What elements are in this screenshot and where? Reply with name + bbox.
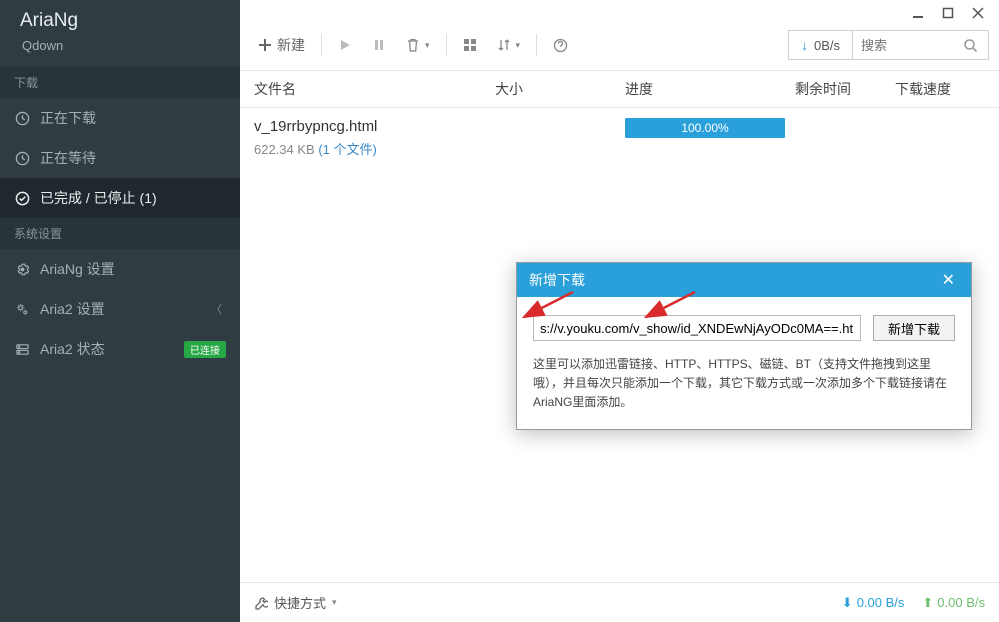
maximize-button[interactable] (941, 6, 955, 20)
col-speed[interactable]: 下载速度 (895, 79, 985, 99)
quick-label: 快捷方式 (274, 593, 326, 612)
sidebar-item-ariang-settings[interactable]: AriaNg 设置 (0, 249, 240, 289)
toolbar: 新建 ▾ ▾ ↓ 0B/s (240, 26, 999, 71)
speed-indicator: ↓ 0B/s (789, 31, 853, 59)
wrench-icon (254, 596, 268, 610)
separator (446, 34, 447, 56)
modal-close-button[interactable]: ✕ (938, 270, 959, 290)
download-rate: ⬇ 0.00 B/s (842, 595, 905, 611)
modal-title-text: 新增下载 (529, 270, 585, 290)
clock-icon (14, 110, 30, 126)
delete-button[interactable]: ▾ (398, 34, 438, 56)
sidebar-item-label: 已完成 / 已停止 (1) (40, 188, 226, 208)
gear-icon (14, 261, 30, 277)
server-icon (14, 341, 30, 357)
search-box: ↓ 0B/s (788, 30, 989, 60)
task-name-block: v_19rrbypncg.html 622.34 KB (1 个文件) (254, 118, 495, 158)
download-arrow-icon: ↓ (801, 37, 808, 53)
search-input[interactable] (853, 31, 953, 59)
task-progress: 100.00% (625, 118, 795, 158)
sidebar-item-finished[interactable]: 已完成 / 已停止 (1) (0, 178, 240, 218)
sidebar-header: AriaNg Qdown (0, 0, 240, 67)
download-icon: ⬇ (842, 595, 853, 611)
view-grid-button[interactable] (455, 34, 485, 56)
minimize-button[interactable] (911, 6, 925, 20)
new-download-modal: 新增下载 ✕ 新增下载 这里可以添加迅雷链接、HTTP、HTTPS、磁链、BT（… (516, 262, 972, 430)
status-badge: 已连接 (184, 341, 226, 358)
add-download-button[interactable]: 新增下载 (873, 315, 955, 341)
table-header: 文件名 大小 进度 剩余时间 下载速度 (240, 71, 999, 108)
chevron-left-icon[interactable]: 〈 (207, 301, 226, 317)
task-filename: v_19rrbypncg.html (254, 118, 495, 135)
col-remaining[interactable]: 剩余时间 (795, 79, 895, 99)
modal-help-text: 这里可以添加迅雷链接、HTTP、HTTPS、磁链、BT（支持文件拖拽到这里哦），… (533, 355, 955, 413)
sidebar-item-aria2-settings[interactable]: Aria2 设置 〈 (0, 289, 240, 329)
task-filesize: 622.34 KB (1 个文件) (254, 139, 495, 158)
sidebar-item-aria2-status[interactable]: Aria2 状态 已连接 (0, 329, 240, 369)
progress-bar: 100.00% (625, 118, 785, 138)
col-size[interactable]: 大小 (495, 79, 625, 99)
play-button[interactable] (330, 34, 360, 56)
statusbar-right: ⬇ 0.00 B/s ⬆ 0.00 B/s (842, 595, 985, 611)
task-row[interactable]: v_19rrbypncg.html 622.34 KB (1 个文件) 100.… (240, 108, 999, 174)
new-label: 新建 (277, 35, 305, 55)
quick-shortcut[interactable]: 快捷方式 ▾ (254, 593, 337, 612)
check-circle-icon (14, 190, 30, 206)
titlebar (240, 0, 999, 26)
url-input[interactable] (533, 315, 861, 341)
col-progress[interactable]: 进度 (625, 79, 795, 99)
search-button[interactable] (953, 31, 988, 59)
separator (536, 34, 537, 56)
help-button[interactable] (545, 34, 576, 57)
sidebar-item-waiting[interactable]: 正在等待 (0, 138, 240, 178)
file-count[interactable]: (1 个文件) (318, 142, 377, 157)
modal-titlebar: 新增下载 ✕ (517, 263, 971, 297)
statusbar: 快捷方式 ▾ ⬇ 0.00 B/s ⬆ 0.00 B/s (240, 582, 999, 622)
plus-icon (258, 38, 272, 52)
clock-icon (14, 150, 30, 166)
app-subtitle: Qdown (20, 38, 220, 53)
sidebar-item-label: 正在下载 (40, 108, 226, 128)
col-name[interactable]: 文件名 (254, 79, 495, 99)
chevron-down-icon: ▾ (332, 597, 337, 608)
pause-button[interactable] (364, 34, 394, 56)
sidebar-item-label: Aria2 状态 (40, 339, 174, 359)
speed-value: 0B/s (814, 38, 840, 53)
sidebar-item-label: Aria2 设置 (40, 299, 197, 319)
gears-icon (14, 301, 30, 317)
sidebar-item-label: AriaNg 设置 (40, 259, 226, 279)
close-button[interactable] (971, 6, 985, 20)
new-button[interactable]: 新建 (250, 31, 313, 59)
modal-body: 新增下载 这里可以添加迅雷链接、HTTP、HTTPS、磁链、BT（支持文件拖拽到… (517, 297, 971, 429)
sort-button[interactable]: ▾ (489, 34, 529, 56)
upload-rate: ⬆ 0.00 B/s (922, 595, 985, 611)
sidebar-section-settings: 系统设置 (0, 218, 240, 249)
sidebar-item-label: 正在等待 (40, 148, 226, 168)
main-area: 新建 ▾ ▾ ↓ 0B/s 文件名 大小 进度 剩余 (240, 0, 999, 622)
sidebar-item-downloading[interactable]: 正在下载 (0, 98, 240, 138)
separator (321, 34, 322, 56)
sidebar-section-download: 下载 (0, 67, 240, 98)
sidebar: AriaNg Qdown 下载 正在下载 正在等待 已完成 / 已停止 (1) … (0, 0, 240, 622)
upload-icon: ⬆ (922, 595, 933, 611)
app-title: AriaNg (20, 10, 220, 32)
modal-input-row: 新增下载 (533, 315, 955, 341)
